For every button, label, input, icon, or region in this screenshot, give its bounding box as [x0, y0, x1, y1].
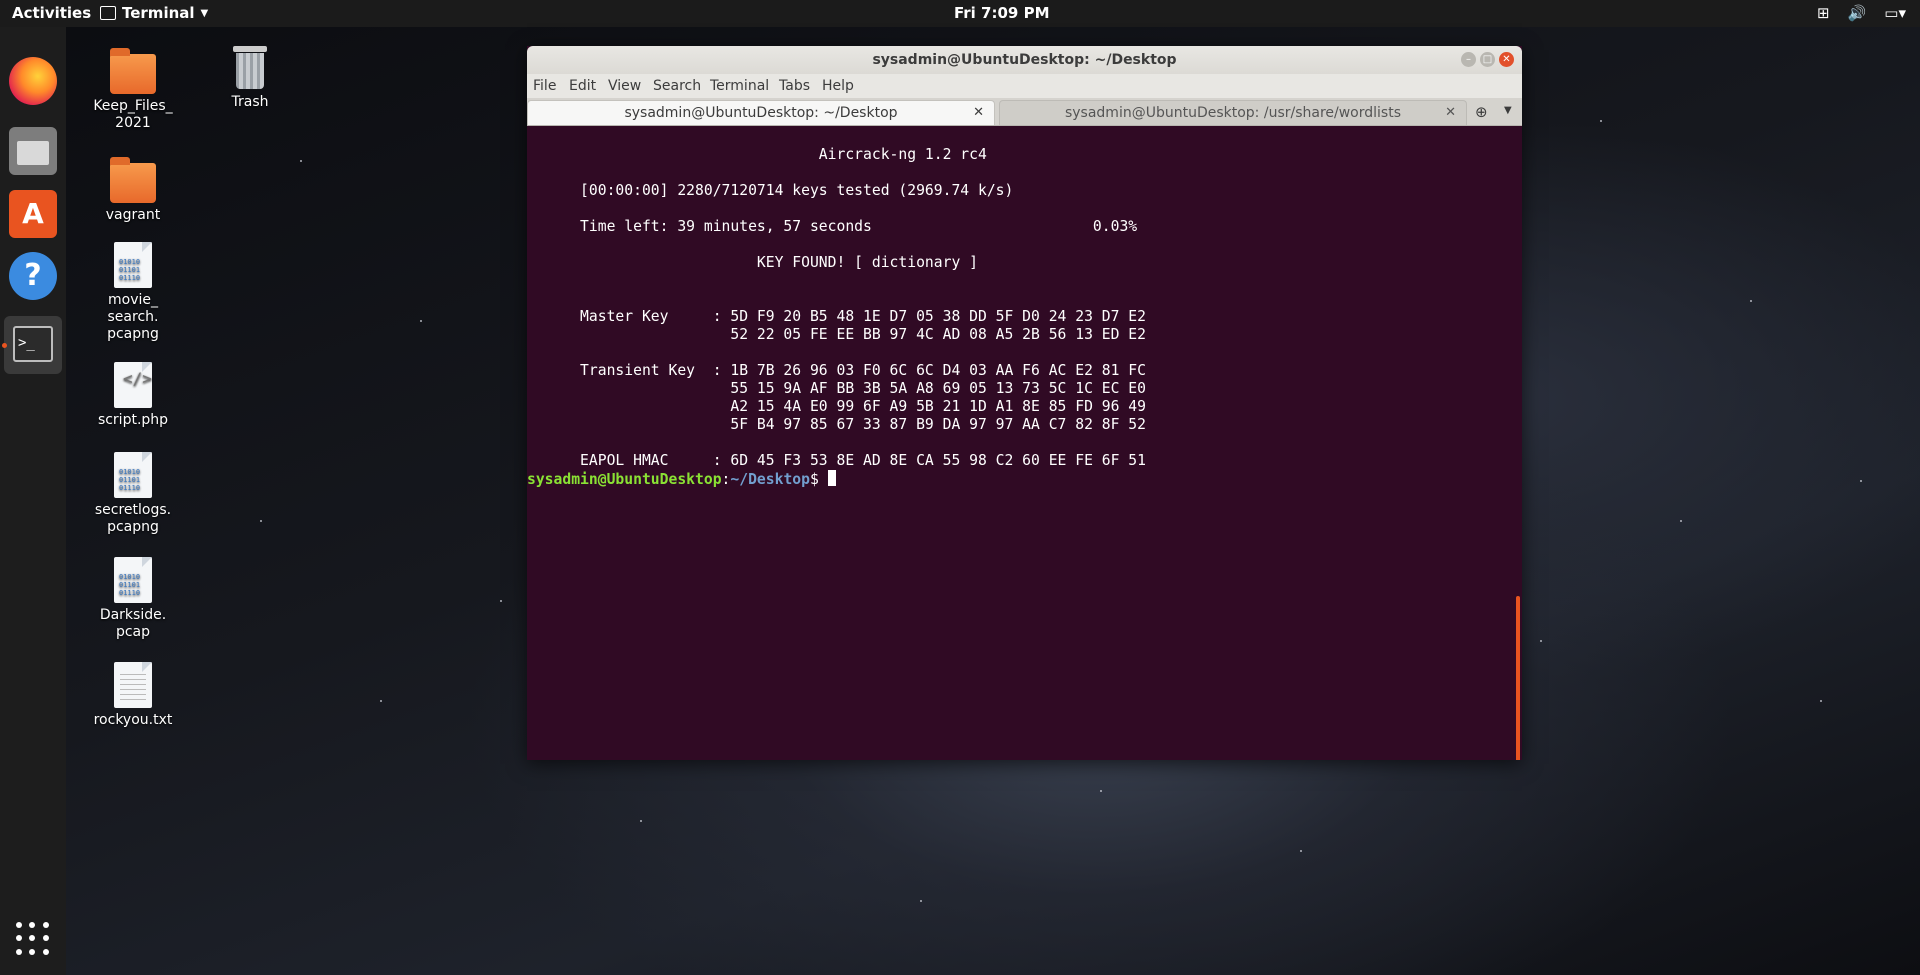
- desktop-icon-label: Keep_Files_ 2021: [93, 98, 173, 131]
- prompt-symbol: $: [809, 471, 828, 488]
- clock[interactable]: Fri 7:09 PM: [954, 4, 1050, 22]
- desktop-icon-darkside[interactable]: 01010 01101 01110 Darkside. pcap: [83, 557, 183, 641]
- menu-file[interactable]: File: [533, 78, 556, 94]
- menu-bar: File Edit View Search Terminal Tabs Help: [527, 74, 1522, 98]
- desktop-icon-label: secretlogs. pcapng: [94, 502, 172, 535]
- window-title: sysadmin@UbuntuDesktop: ~/Desktop: [872, 52, 1177, 68]
- top-bar: Activities Terminal ▼ Fri 7:09 PM ⊞ 🔊 ▭▾: [0, 0, 1920, 27]
- desktop-icon-label: Darkside. pcap: [99, 607, 167, 640]
- app-menu-label: Terminal: [122, 4, 195, 22]
- menu-terminal[interactable]: Terminal: [710, 78, 769, 94]
- desktop-icon-label: movie_ search. pcapng: [107, 292, 159, 342]
- desktop-icon-trash[interactable]: Trash: [200, 46, 300, 111]
- desktop-icon-rockyou[interactable]: rockyou.txt: [83, 662, 183, 729]
- binary-file-icon: 01010 01101 01110: [114, 242, 152, 288]
- folder-icon: [110, 48, 156, 94]
- binary-file-icon: 01010 01101 01110: [114, 452, 152, 498]
- desktop-icon-label: script.php: [97, 412, 169, 428]
- tab-label: sysadmin@UbuntuDesktop: ~/Desktop: [624, 105, 898, 121]
- prompt-user: sysadmin@UbuntuDesktop: [527, 471, 722, 488]
- text-cursor: [827, 470, 836, 486]
- new-tab-icon[interactable]: ⊕: [1475, 103, 1488, 121]
- desktop-icon-movie-search[interactable]: 01010 01101 01110 movie_ search. pcapng: [83, 242, 183, 343]
- desktop-icon-secretlogs[interactable]: 01010 01101 01110 secretlogs. pcapng: [83, 452, 183, 536]
- running-indicator: [2, 343, 7, 348]
- system-tray[interactable]: ⊞ 🔊 ▭▾: [1817, 4, 1906, 22]
- desktop-icon-vagrant[interactable]: vagrant: [83, 157, 183, 224]
- files-icon[interactable]: [9, 127, 57, 175]
- close-button[interactable]: ✕: [1499, 52, 1514, 67]
- scrollbar[interactable]: [1516, 596, 1520, 760]
- desktop-icon-label: Trash: [231, 94, 269, 110]
- desktop-icon-script-php[interactable]: </> script.php: [83, 362, 183, 429]
- dock: A ? >_: [0, 27, 66, 975]
- show-apps-icon[interactable]: [16, 922, 50, 956]
- menu-tabs[interactable]: Tabs: [779, 78, 810, 94]
- tab-label: sysadmin@UbuntuDesktop: /usr/share/wordl…: [1064, 105, 1402, 121]
- desktop-icon-label: vagrant: [105, 207, 161, 223]
- desktop-icon-label: rockyou.txt: [93, 712, 173, 728]
- code-file-icon: </>: [114, 362, 152, 408]
- chevron-down-icon[interactable]: ▼: [1504, 105, 1512, 116]
- tab-bar: sysadmin@UbuntuDesktop: ~/Desktop ✕ sysa…: [527, 98, 1522, 126]
- network-icon[interactable]: ⊞: [1817, 4, 1830, 22]
- tab-desktop[interactable]: sysadmin@UbuntuDesktop: ~/Desktop ✕: [527, 100, 995, 125]
- firefox-icon[interactable]: [9, 57, 57, 105]
- app-menu-button[interactable]: Terminal ▼: [100, 4, 208, 22]
- tab-wordlists[interactable]: sysadmin@UbuntuDesktop: /usr/share/wordl…: [999, 100, 1467, 125]
- battery-icon[interactable]: ▭▾: [1884, 4, 1906, 22]
- aircrack-output: Aircrack-ng 1.2 rc4 [00:00:00] 2280/7120…: [580, 146, 1146, 469]
- menu-search[interactable]: Search: [653, 78, 701, 94]
- activities-button[interactable]: Activities: [12, 4, 91, 22]
- binary-file-icon: 01010 01101 01110: [114, 557, 152, 603]
- minimize-button[interactable]: –: [1461, 52, 1476, 67]
- menu-help[interactable]: Help: [822, 78, 854, 94]
- terminal-output[interactable]: Aircrack-ng 1.2 rc4 [00:00:00] 2280/7120…: [527, 126, 1522, 760]
- terminal-window: sysadmin@UbuntuDesktop: ~/Desktop – □ ✕ …: [527, 46, 1522, 760]
- close-tab-icon[interactable]: ✕: [973, 101, 984, 125]
- window-titlebar[interactable]: sysadmin@UbuntuDesktop: ~/Desktop – □ ✕: [527, 46, 1522, 74]
- folder-icon: [110, 157, 156, 203]
- help-icon[interactable]: ?: [9, 252, 57, 300]
- prompt-path: ~/Desktop: [730, 471, 810, 488]
- menu-edit[interactable]: Edit: [569, 78, 596, 94]
- desktop-icon-keep-files[interactable]: Keep_Files_ 2021: [83, 48, 183, 132]
- terminal-icon: [100, 6, 116, 20]
- software-icon[interactable]: A: [9, 190, 57, 238]
- trash-icon: [231, 46, 269, 90]
- text-file-icon: [114, 662, 152, 708]
- volume-icon[interactable]: 🔊: [1848, 4, 1867, 22]
- close-tab-icon[interactable]: ✕: [1445, 101, 1456, 125]
- chevron-down-icon: ▼: [200, 7, 209, 19]
- terminal-icon[interactable]: >_: [2, 316, 62, 374]
- terminal-text: Aircrack-ng 1.2 rc4 [00:00:00] 2280/7120…: [527, 146, 1146, 489]
- maximize-button[interactable]: □: [1480, 52, 1495, 67]
- menu-view[interactable]: View: [608, 78, 641, 94]
